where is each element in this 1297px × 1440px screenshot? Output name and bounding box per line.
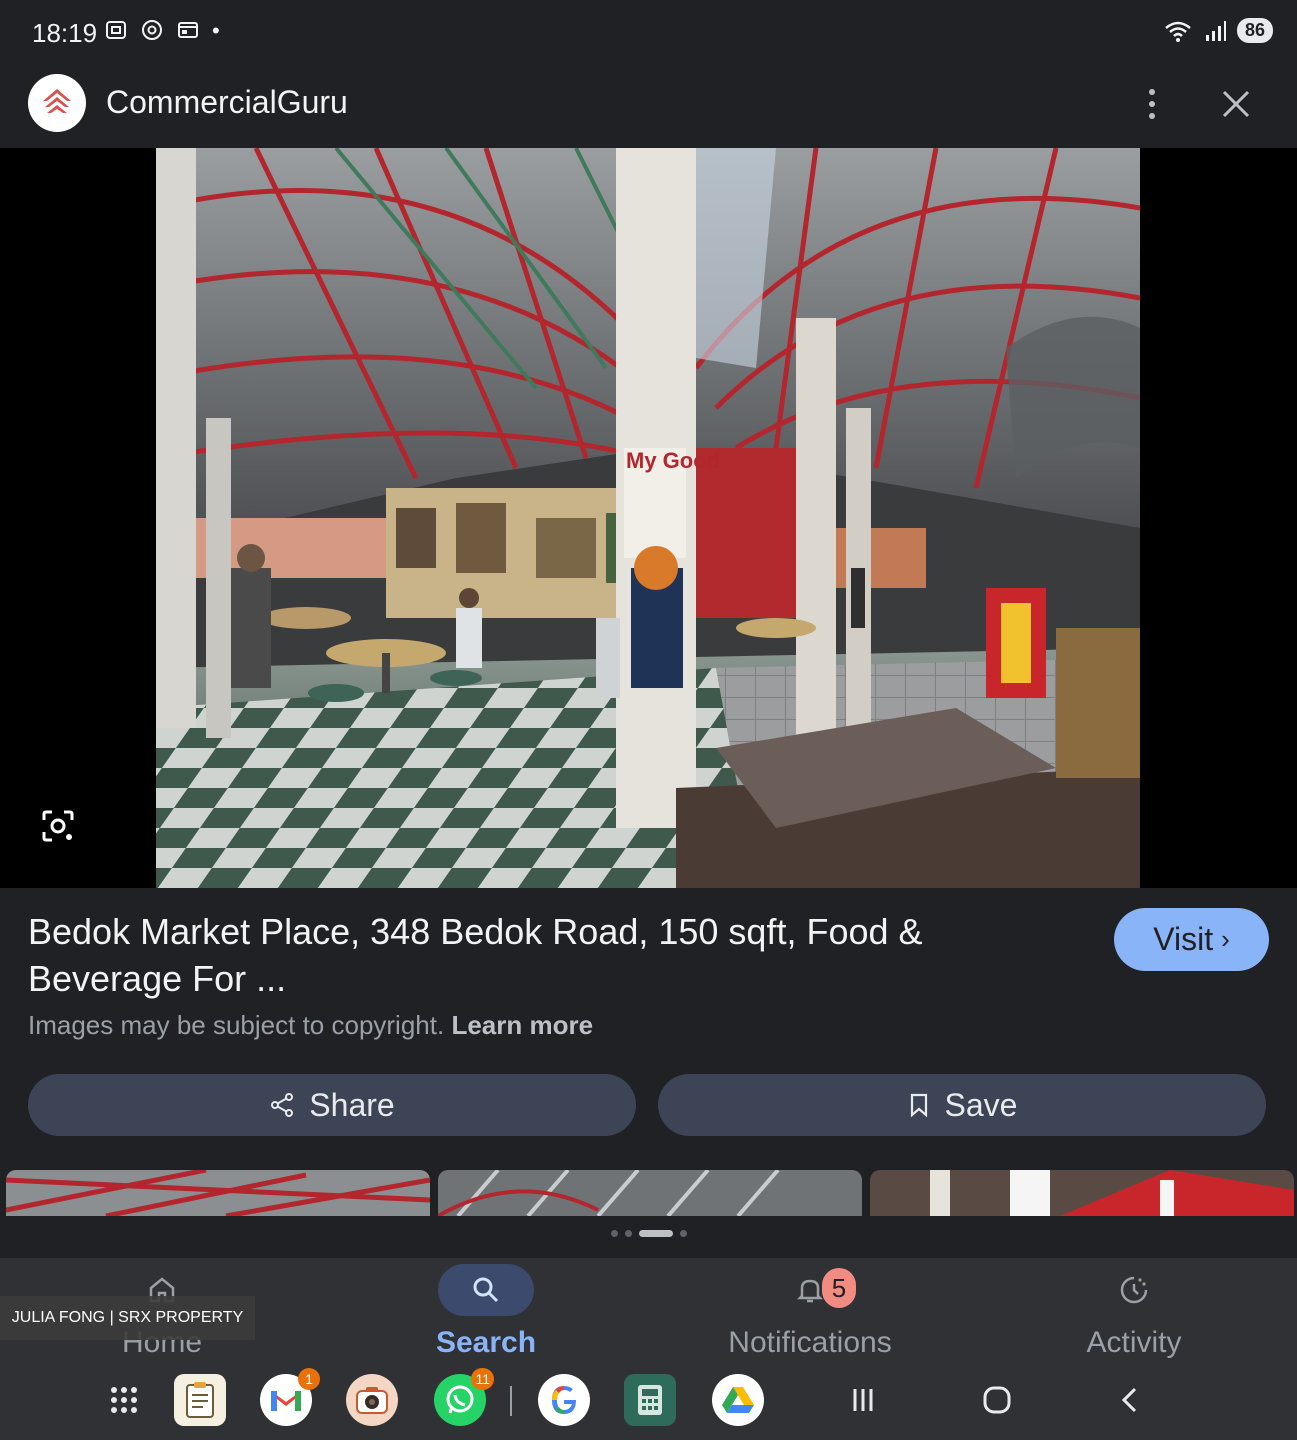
related-image-thumbnail[interactable] <box>870 1170 1294 1216</box>
save-button[interactable]: Save <box>658 1074 1266 1136</box>
google-drive-icon <box>722 1387 754 1413</box>
gmail-badge: 1 <box>298 1368 320 1390</box>
grid-icon <box>111 1387 137 1413</box>
nav-notifications[interactable]: 5 Notifications <box>648 1258 972 1368</box>
app-drawer-button[interactable] <box>98 1374 150 1426</box>
commercialguru-logo <box>28 74 86 132</box>
gmail-icon <box>271 1391 301 1411</box>
signal-icon <box>1205 20 1226 41</box>
status-bar: 18:19 • 86 <box>0 0 1297 66</box>
system-dock: 1 11 <box>0 1368 1297 1440</box>
google-drive-app[interactable] <box>712 1374 764 1426</box>
nav-search-icon-wrap <box>438 1264 534 1316</box>
calculator-app[interactable] <box>624 1374 676 1426</box>
google-icon <box>552 1386 576 1414</box>
save-label: Save <box>944 1086 1018 1123</box>
nav-activity[interactable]: Activity <box>972 1258 1296 1368</box>
recents-icon <box>853 1389 873 1411</box>
nav-search-label: Search <box>435 1326 537 1359</box>
more-icon <box>1149 89 1155 95</box>
page-dot <box>610 1230 618 1237</box>
whatsapp-badge: 11 <box>471 1368 494 1390</box>
recent-apps-button[interactable] <box>841 1378 885 1422</box>
share-button[interactable]: Share <box>28 1074 636 1136</box>
home-circle-icon <box>983 1386 1011 1414</box>
clipboard-icon <box>186 1382 214 1418</box>
result-title[interactable]: Bedok Market Place, 348 Bedok Road, 150 … <box>28 908 1028 1002</box>
carousel-indicator <box>0 1230 1297 1237</box>
nav-search[interactable]: Search <box>324 1258 648 1368</box>
food-court-photo: My Good <box>156 148 1140 888</box>
logo-icon <box>43 89 71 113</box>
gmail-app[interactable]: 1 <box>260 1368 320 1426</box>
nav-activity-icon-wrap <box>1086 1264 1182 1316</box>
listing-photo[interactable]: My Good <box>156 148 1140 888</box>
activity-icon <box>1120 1276 1148 1304</box>
calculator-icon <box>638 1385 662 1415</box>
back-icon <box>1121 1387 1137 1413</box>
google-lens-icon[interactable] <box>40 808 76 844</box>
learn-more-link[interactable]: Learn more <box>451 1010 593 1040</box>
status-right: 86 <box>1163 18 1273 43</box>
result-details: Bedok Market Place, 348 Bedok Road, 150 … <box>0 888 1297 1258</box>
battery-level: 86 <box>1244 20 1265 40</box>
screenshot-icon <box>106 21 126 39</box>
notes-app[interactable] <box>174 1374 226 1426</box>
svg-text:My Good: My Good <box>626 448 720 473</box>
whatsapp-app[interactable]: 11 <box>434 1368 494 1426</box>
browser-icon <box>178 22 198 38</box>
camera-icon <box>356 1387 388 1414</box>
back-button[interactable] <box>1108 1378 1152 1422</box>
close-icon[interactable] <box>1216 84 1256 124</box>
chevron-right-icon: › <box>1221 924 1230 954</box>
page-dot-active <box>638 1230 673 1237</box>
bookmark-icon <box>910 1093 927 1118</box>
whatsapp-icon <box>446 1385 474 1414</box>
notification-count-badge: 5 <box>822 1268 856 1308</box>
camera-app[interactable] <box>346 1374 398 1426</box>
app-header: CommercialGuru <box>0 66 1297 148</box>
share-icon <box>271 1093 294 1117</box>
related-image-thumbnail[interactable] <box>438 1170 862 1216</box>
search-icon <box>473 1277 499 1303</box>
related-image-thumbnail[interactable] <box>6 1170 430 1216</box>
google-app[interactable] <box>538 1374 590 1426</box>
nav-activity-label: Activity <box>1086 1326 1182 1359</box>
page-dot <box>679 1230 687 1237</box>
battery-indicator: 86 <box>1236 18 1273 43</box>
nav-notifications-label: Notifications <box>728 1326 892 1359</box>
more-options-button[interactable] <box>1136 82 1168 126</box>
dock-divider <box>510 1386 512 1416</box>
copyright-text: Images may be subject to copyright. <box>28 1010 445 1040</box>
chrome-icon <box>142 20 162 40</box>
more-notifications-dot: • <box>212 18 220 43</box>
home-button[interactable] <box>975 1378 1019 1422</box>
image-viewer: My Good <box>0 148 1297 888</box>
app-title: CommercialGuru <box>106 84 348 120</box>
copyright-notice: Images may be subject to copyright. Lear… <box>28 1010 593 1041</box>
notification-icons: • <box>104 18 220 44</box>
status-time: 18:19 <box>32 18 98 48</box>
watermark: JULIA FONG | SRX PROPERTY <box>0 1296 255 1340</box>
visit-label: Visit <box>1153 921 1214 957</box>
related-images-strip <box>6 1170 1297 1216</box>
wifi-icon <box>1165 21 1191 42</box>
visit-button[interactable]: Visit › <box>1114 908 1269 971</box>
share-label: Share <box>309 1086 395 1123</box>
page-dot <box>624 1230 632 1237</box>
